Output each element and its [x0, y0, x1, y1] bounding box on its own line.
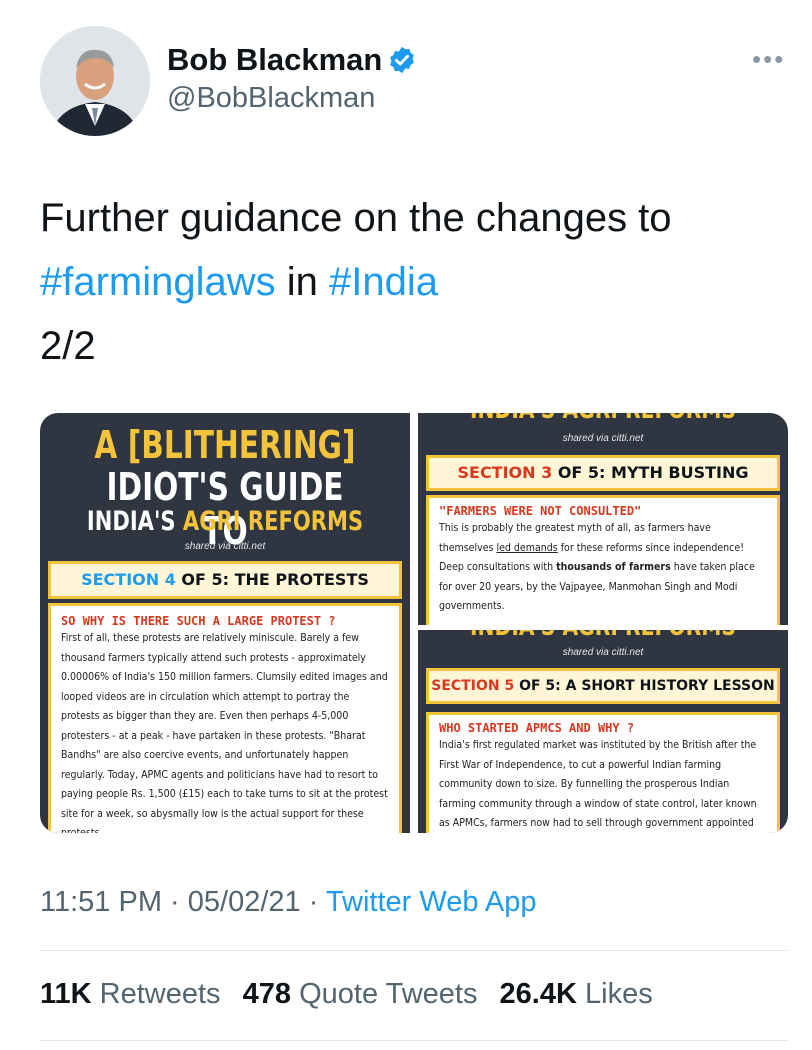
- quote-tweets-stat[interactable]: 478 Quote Tweets: [243, 978, 478, 1010]
- content-card: "FARMERS WERE NOT CONSULTED" This is pro…: [426, 495, 780, 625]
- section-title: OF 5: MYTH BUSTING: [557, 463, 749, 482]
- avatar[interactable]: [40, 26, 150, 136]
- shared-via-label: shared via citti.net: [184, 541, 266, 552]
- section-number: SECTION 5: [431, 678, 520, 694]
- author-name[interactable]: Bob Blackman: [167, 42, 382, 78]
- media-grid: A [BLITHERING] IDIOT'S GUIDE TO INDIA'S …: [40, 413, 788, 833]
- tweet-text: Further guidance on the changes to #farm…: [40, 186, 780, 378]
- card-question: SO WHY IS THERE SUCH A LARGE PROTEST ?: [61, 614, 336, 628]
- card-question: WHO STARTED APMCS AND WHY ?: [439, 721, 635, 735]
- likes-label: Likes: [576, 978, 653, 1010]
- more-options-icon[interactable]: •••: [752, 44, 785, 75]
- content-card: WHO STARTED APMCS AND WHY ? India's firs…: [426, 712, 780, 833]
- infographic-banner: INDIA'S AGRI REFORMS: [459, 630, 748, 642]
- content-card: SO WHY IS THERE SUCH A LARGE PROTEST ? F…: [48, 603, 402, 833]
- retweets-label: Retweets: [91, 978, 221, 1010]
- quote-tweets-count: 478: [242, 978, 292, 1010]
- retweets-stat[interactable]: 11K Retweets: [40, 978, 221, 1010]
- section-title: OF 5: A SHORT HISTORY LESSON: [519, 678, 775, 694]
- body-underlined: led demands: [496, 540, 558, 554]
- section-header: SECTION 4 OF 5: THE PROTESTS: [48, 561, 402, 599]
- infographic-title-line-3: INDIA'S AGRI REFORMS: [81, 505, 370, 539]
- card-body: First of all, these protests are relativ…: [61, 631, 388, 833]
- hashtag-india[interactable]: #India: [329, 260, 438, 304]
- engagement-stats: 11K Retweets 478 Quote Tweets 26.4K Like…: [40, 978, 667, 1011]
- media-image-3[interactable]: INDIA'S AGRI REFORMS shared via citti.ne…: [418, 630, 788, 833]
- tweet-date[interactable]: 05/02/21: [188, 886, 301, 918]
- divider: [40, 1040, 788, 1041]
- infographic-banner: INDIA'S AGRI REFORMS: [459, 413, 748, 425]
- media-image-2[interactable]: INDIA'S AGRI REFORMS shared via citti.ne…: [418, 413, 788, 625]
- section-number: SECTION 4: [81, 570, 182, 589]
- tweet-connector: in: [275, 260, 330, 304]
- media-image-1[interactable]: A [BLITHERING] IDIOT'S GUIDE TO INDIA'S …: [40, 413, 410, 833]
- likes-count: 26.4K: [499, 978, 577, 1010]
- tweet-line-1: Further guidance on the changes to: [40, 196, 672, 240]
- tweet-line-2: #farminglaws in #India: [40, 250, 780, 314]
- separator: ·: [161, 886, 188, 918]
- author-handle[interactable]: @BobBlackman: [167, 82, 375, 115]
- separator: ·: [300, 886, 326, 918]
- card-question: "FARMERS WERE NOT CONSULTED": [439, 504, 642, 518]
- card-body: India's first regulated market was insti…: [439, 738, 757, 829]
- quote-tweets-label: Quote Tweets: [291, 978, 478, 1010]
- divider: [40, 950, 788, 951]
- avatar-photo: [40, 26, 150, 136]
- tweet-meta: 11:51 PM · 05/02/21 · Twitter Web App: [40, 886, 537, 919]
- source-app-link[interactable]: Twitter Web App: [326, 886, 537, 918]
- section-number: SECTION 3: [457, 463, 558, 482]
- card-body: This is probably the greatest myth of al…: [439, 518, 766, 616]
- verified-badge-icon: [390, 46, 414, 74]
- hashtag-farminglaws[interactable]: #farminglaws: [40, 260, 276, 304]
- title-part-yellow: AGRI REFORMS: [182, 506, 364, 537]
- section-header: SECTION 3 OF 5: MYTH BUSTING: [426, 455, 780, 491]
- section-title: OF 5: THE PROTESTS: [181, 570, 369, 589]
- tweet-time[interactable]: 11:51 PM: [40, 886, 162, 918]
- body-bold: thousands of farmers: [556, 560, 671, 573]
- likes-stat[interactable]: 26.4K Likes: [500, 978, 653, 1010]
- tweet-line-3: 2/2: [40, 324, 96, 368]
- section-header: SECTION 5 OF 5: A SHORT HISTORY LESSON: [426, 668, 780, 704]
- infographic-title-line-1: A [BLITHERING]: [94, 423, 356, 467]
- title-part-white: INDIA'S: [86, 506, 183, 537]
- shared-via-label: shared via citti.net: [562, 433, 644, 444]
- shared-via-label: shared via citti.net: [562, 647, 644, 658]
- retweets-count: 11K: [40, 978, 92, 1010]
